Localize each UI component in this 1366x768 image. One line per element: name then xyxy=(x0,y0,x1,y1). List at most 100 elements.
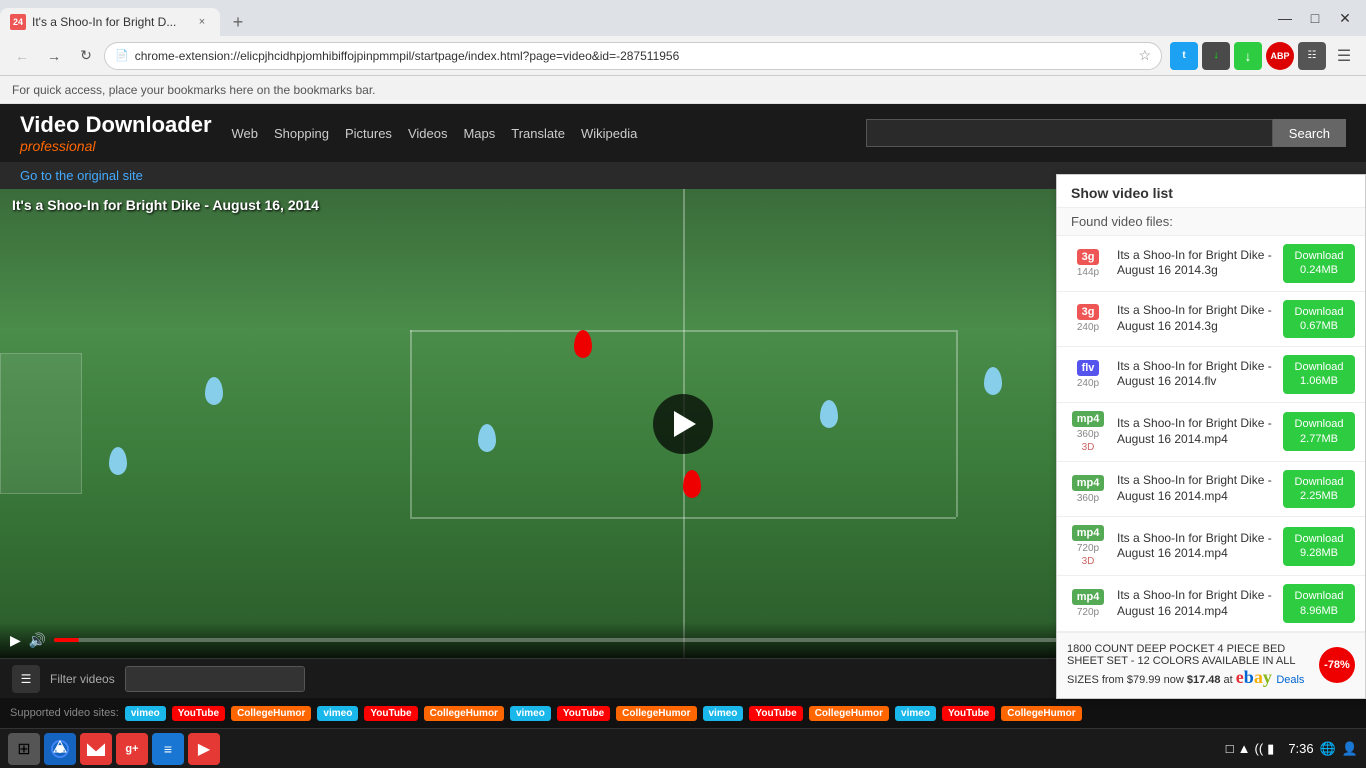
format-badge-1: 3g 240p xyxy=(1067,304,1109,333)
format-badge-5: mp4 720p 3D xyxy=(1067,525,1109,567)
taskbar-app-docs[interactable]: ≡ xyxy=(152,733,184,765)
taskbar-app-grid[interactable]: ⊞ xyxy=(8,733,40,765)
nav-web[interactable]: Web xyxy=(232,126,259,141)
video-item-5: mp4 720p 3D Its a Shoo-In for Bright Dik… xyxy=(1057,517,1365,576)
format-badge-3: mp4 360p 3D xyxy=(1067,411,1109,453)
nav-shopping[interactable]: Shopping xyxy=(274,126,329,141)
format-res-6: 720p xyxy=(1077,607,1099,618)
play-control-button[interactable]: ▶ xyxy=(10,632,21,649)
filter-icon-button[interactable]: ☰ xyxy=(12,665,40,693)
maximize-button[interactable]: □ xyxy=(1302,5,1328,31)
taskbar-app-youtube[interactable]: ▶ xyxy=(188,733,220,765)
ebay-logo: ebay xyxy=(1236,667,1277,687)
address-text: chrome-extension://elicpjhcidhpjomhibiff… xyxy=(135,49,1133,63)
address-bar[interactable]: 📄 chrome-extension://elicpjhcidhpjomhibi… xyxy=(104,42,1162,70)
battery-icon: ▮ xyxy=(1267,741,1274,757)
format-type-0: 3g xyxy=(1077,249,1100,265)
taskbar-app-gplus[interactable]: g+ xyxy=(116,733,148,765)
ad-text: 1800 COUNT DEEP POCKET 4 PIECE BED SHEET… xyxy=(1067,643,1311,688)
wifi-icon: (( xyxy=(1254,741,1263,756)
taskbar-time-area: □ ▲ (( ▮ 7:36 🌐 👤 xyxy=(1226,741,1358,757)
close-button[interactable]: ✕ xyxy=(1332,5,1358,31)
format-res-5: 720p xyxy=(1077,543,1099,554)
format-type-4: mp4 xyxy=(1072,475,1105,491)
download-button-5[interactable]: Download9.28MB xyxy=(1283,527,1355,566)
search-input[interactable] xyxy=(866,119,1273,147)
format-type-5: mp4 xyxy=(1072,525,1105,541)
title-bar: 24 It's a Shoo-In for Bright D... × + — … xyxy=(0,0,1366,36)
format-type-3: mp4 xyxy=(1072,411,1105,427)
download-button-6[interactable]: Download8.96MB xyxy=(1283,584,1355,623)
download-button-3[interactable]: Download2.77MB xyxy=(1283,412,1355,451)
address-icon: 📄 xyxy=(115,49,129,62)
taskbar-app-gmail[interactable] xyxy=(80,733,112,765)
download-button-0[interactable]: Download0.24MB xyxy=(1283,244,1355,283)
format-3d-3: 3D xyxy=(1082,442,1095,453)
format-type-1: 3g xyxy=(1077,304,1100,320)
format-3d-5: 3D xyxy=(1082,556,1095,567)
page-content: Video Downloader professional Web Shoppi… xyxy=(0,104,1366,728)
volume-button[interactable]: 🔊 xyxy=(29,632,46,649)
video-title-overlay: It's a Shoo-In for Bright Dike - August … xyxy=(12,197,319,213)
search-button[interactable]: Search xyxy=(1273,119,1346,147)
sites-bar: Supported video sites: vimeo YouTube Col… xyxy=(0,698,1366,728)
nav-maps[interactable]: Maps xyxy=(463,126,495,141)
filter-label: Filter videos xyxy=(50,672,115,686)
twitter-extension-icon[interactable]: t xyxy=(1170,42,1198,70)
adblock-extension-icon[interactable]: ABP xyxy=(1266,42,1294,70)
screen-icon: □ xyxy=(1226,741,1234,756)
nav-translate[interactable]: Translate xyxy=(511,126,565,141)
bookmarks-bar-text: For quick access, place your bookmarks h… xyxy=(12,83,376,97)
format-type-6: mp4 xyxy=(1072,589,1105,605)
popup-subheader: Found video files: xyxy=(1057,208,1365,236)
back-button[interactable]: ← xyxy=(8,42,36,70)
play-button[interactable] xyxy=(653,394,713,454)
vd-logo-main: Video Downloader xyxy=(20,112,212,138)
network-icon: ▲ xyxy=(1238,741,1251,756)
download-arrow-icon[interactable]: ↓ xyxy=(1234,42,1262,70)
toolbar-icons: t ↓ ↓ ABP ☷ ☰ xyxy=(1170,42,1358,70)
minimize-button[interactable]: — xyxy=(1272,5,1298,31)
nav-bar: ← → ↻ 📄 chrome-extension://elicpjhcidhpj… xyxy=(0,36,1366,76)
window-controls: — □ ✕ xyxy=(1264,0,1366,36)
site-vimeo-4: vimeo xyxy=(703,706,744,721)
site-vimeo-5: vimeo xyxy=(895,706,936,721)
vd-search: Search xyxy=(866,119,1346,147)
popup-ad: 1800 COUNT DEEP POCKET 4 PIECE BED SHEET… xyxy=(1057,632,1365,698)
forward-button[interactable]: → xyxy=(40,42,68,70)
download-button-2[interactable]: Download1.06MB xyxy=(1283,355,1355,394)
nav-pictures[interactable]: Pictures xyxy=(345,126,392,141)
browser-tab[interactable]: 24 It's a Shoo-In for Bright D... × xyxy=(0,8,220,36)
video-item-6: mp4 720p Its a Shoo-In for Bright Dike -… xyxy=(1057,576,1365,632)
video-name-1: Its a Shoo-In for Bright Dike - August 1… xyxy=(1117,303,1275,334)
video-item-3: mp4 360p 3D Its a Shoo-In for Bright Dik… xyxy=(1057,403,1365,462)
video-name-5: Its a Shoo-In for Bright Dike - August 1… xyxy=(1117,531,1275,562)
video-name-3: Its a Shoo-In for Bright Dike - August 1… xyxy=(1117,416,1275,447)
site-vimeo-1: vimeo xyxy=(125,706,166,721)
taskbar: ⊞ g+ ≡ ▶ □ ▲ (( xyxy=(0,728,1366,768)
site-collegehumor-2: CollegeHumor xyxy=(424,706,504,721)
format-badge-0: 3g 144p xyxy=(1067,249,1109,278)
downloader-extension-icon[interactable]: ↓ xyxy=(1202,42,1230,70)
taskbar-app-chrome[interactable] xyxy=(44,733,76,765)
new-tab-button[interactable]: + xyxy=(224,8,252,36)
nav-wikipedia[interactable]: Wikipedia xyxy=(581,126,637,141)
user-icon: 👤 xyxy=(1342,741,1358,757)
locale-icon: 🌐 xyxy=(1320,741,1336,757)
site-youtube-1: YouTube xyxy=(172,706,225,721)
chrome-menu-button[interactable]: ☰ xyxy=(1330,42,1358,70)
bookmark-star[interactable]: ☆ xyxy=(1138,47,1151,64)
grid-extension-icon[interactable]: ☷ xyxy=(1298,42,1326,70)
nav-videos[interactable]: Videos xyxy=(408,126,448,141)
format-res-4: 360p xyxy=(1077,493,1099,504)
format-res-3: 360p xyxy=(1077,429,1099,440)
deals-link[interactable]: Deals xyxy=(1276,674,1304,686)
video-name-2: Its a Shoo-In for Bright Dike - August 1… xyxy=(1117,359,1275,390)
filter-input[interactable] xyxy=(125,666,305,692)
video-item-2: flv 240p Its a Shoo-In for Bright Dike -… xyxy=(1057,347,1365,403)
tab-close-button[interactable]: × xyxy=(194,14,210,30)
play-triangle-icon xyxy=(674,411,696,437)
reload-button[interactable]: ↻ xyxy=(72,42,100,70)
download-button-1[interactable]: Download0.67MB xyxy=(1283,300,1355,339)
download-button-4[interactable]: Download2.25MB xyxy=(1283,470,1355,509)
